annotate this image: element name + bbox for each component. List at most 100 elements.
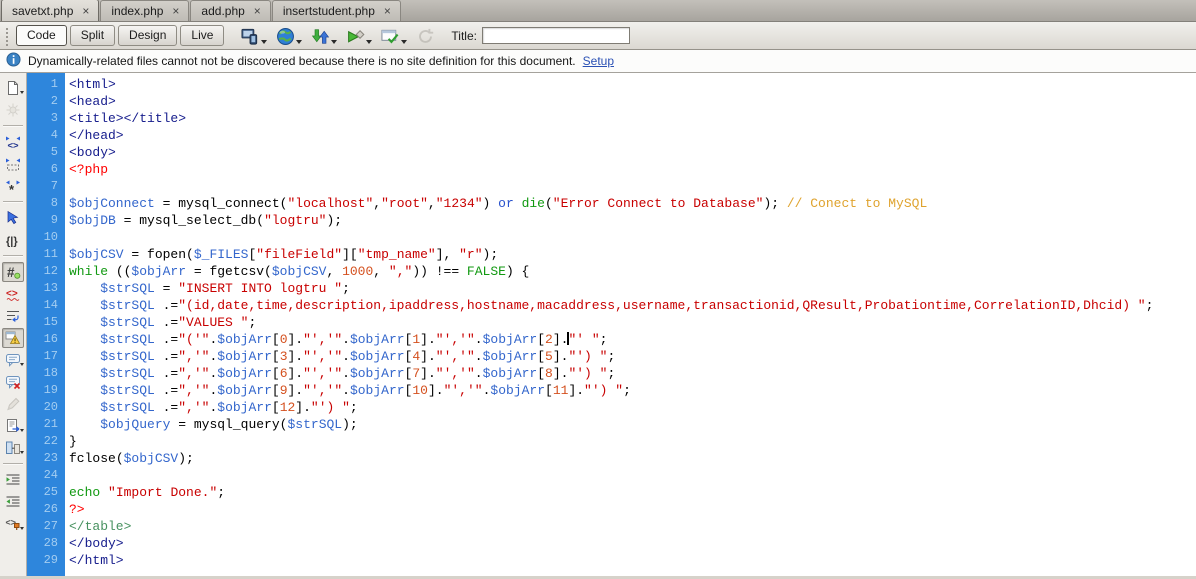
close-icon[interactable]: × — [80, 5, 91, 17]
open-documents-icon[interactable] — [2, 78, 24, 98]
line-number-gutter: 1 2 3 4 5 6 7 8 9 10 11 12 13 14 15 16 17 18 19 20 21 22 23 24 2… — [27, 73, 65, 576]
file-management-icon[interactable] — [311, 26, 338, 46]
multiscreen-preview-icon[interactable] — [241, 26, 268, 46]
code-line[interactable]: </html> — [69, 552, 1196, 569]
line-number: 14 — [43, 298, 58, 312]
line-number: 13 — [43, 281, 58, 295]
chevron-down-icon — [20, 363, 24, 366]
coding-toolbar: <> * {|} # <> <> — [0, 73, 27, 576]
live-view-options-icon[interactable] — [346, 26, 373, 46]
toolbar-grip[interactable] — [5, 25, 10, 46]
code-line[interactable]: fclose($objCSV); — [69, 450, 1196, 467]
separator — [3, 125, 23, 127]
line-number: 24 — [43, 468, 58, 482]
chevron-down-icon — [401, 39, 408, 44]
line-number: 28 — [43, 536, 58, 550]
svg-text:{|}: {|} — [6, 236, 18, 248]
highlight-invalid-code-icon[interactable]: <> — [2, 284, 24, 304]
code-view-button[interactable]: Code — [16, 25, 67, 46]
word-wrap-icon[interactable] — [2, 306, 24, 326]
line-numbers-icon[interactable]: # — [2, 262, 24, 282]
chevron-down-icon — [20, 451, 24, 454]
code-line[interactable]: $objConnect = mysql_connect("localhost",… — [69, 195, 1196, 212]
code-line[interactable]: $objQuery = mysql_query($strSQL); — [69, 416, 1196, 433]
design-view-button[interactable]: Design — [118, 25, 178, 46]
code-line[interactable]: $objCSV = fopen($_FILES["fileField"]["tm… — [69, 246, 1196, 263]
svg-text:*: * — [9, 182, 15, 194]
code-line[interactable]: $strSQL .=",'".$objArr[6]."','".$objArr[… — [69, 365, 1196, 382]
info-message: Dynamically-related files cannot not be … — [28, 54, 576, 68]
recent-snippets-icon[interactable] — [2, 416, 24, 436]
remove-comment-icon[interactable] — [2, 372, 24, 392]
code-line[interactable]: </head> — [69, 127, 1196, 144]
code-line[interactable] — [69, 467, 1196, 484]
title-group: Title: — [451, 27, 630, 44]
setup-link[interactable]: Setup — [583, 54, 614, 68]
syntax-error-alerts-icon[interactable] — [2, 328, 24, 348]
apply-comment-icon[interactable] — [2, 350, 24, 370]
preview-in-browser-icon[interactable] — [276, 26, 303, 46]
close-icon[interactable]: × — [382, 5, 393, 17]
line-number: 22 — [43, 434, 58, 448]
toolbar-icons — [241, 26, 435, 46]
collapse-full-tag-icon[interactable]: <> — [2, 132, 24, 152]
info-bar: Dynamically-related files cannot not be … — [0, 50, 1196, 73]
live-view-button[interactable]: Live — [180, 25, 225, 46]
collapse-selection-icon[interactable] — [2, 154, 24, 174]
move-convert-css-icon[interactable] — [2, 438, 24, 458]
close-icon[interactable]: × — [170, 5, 181, 17]
code-line[interactable]: <head> — [69, 93, 1196, 110]
code-line[interactable]: $strSQL .=",'".$objArr[3]."','".$objArr[… — [69, 348, 1196, 365]
check-browser-compatibility-icon[interactable] — [381, 26, 408, 46]
code-line[interactable]: ?> — [69, 501, 1196, 518]
line-number: 8 — [50, 196, 58, 210]
code-line[interactable]: </body> — [69, 535, 1196, 552]
code-line[interactable]: $strSQL .=",'".$objArr[9]."','".$objArr[… — [69, 382, 1196, 399]
code-line[interactable]: <?php — [69, 161, 1196, 178]
code-line[interactable] — [69, 229, 1196, 246]
balance-braces-icon[interactable]: {|} — [2, 230, 24, 250]
format-source-code-icon[interactable]: <> — [2, 514, 24, 534]
code-line[interactable]: <title></title> — [69, 110, 1196, 127]
title-input[interactable] — [481, 27, 630, 44]
indent-code-icon[interactable] — [2, 470, 24, 490]
line-number: 17 — [43, 349, 58, 363]
code-line[interactable] — [69, 178, 1196, 195]
chevron-down-icon — [366, 39, 373, 44]
split-view-button[interactable]: Split — [69, 25, 116, 46]
code-line[interactable]: echo "Import Done."; — [69, 484, 1196, 501]
code-line[interactable]: $strSQL .="VALUES "; — [69, 314, 1196, 331]
line-number: 11 — [43, 247, 58, 261]
code-view: <> * {|} # <> <> 1 2 3 4 5 6 7 8 9 10 11 12 13 14 15 16 17 18 1… — [0, 73, 1196, 576]
refresh-icon — [416, 26, 435, 46]
code-line[interactable]: $strSQL .=",'".$objArr[12]."') "; — [69, 399, 1196, 416]
select-parent-tag-icon[interactable] — [2, 208, 24, 228]
line-number: 25 — [43, 485, 58, 499]
code-line[interactable]: $objDB = mysql_select_db("logtru"); — [69, 212, 1196, 229]
tab-index.php[interactable]: index.php × — [100, 0, 190, 21]
code-editor[interactable]: <html> <head> <title></title> </head> <body>… — [65, 73, 1196, 576]
outdent-code-icon[interactable] — [2, 492, 24, 512]
tab-savetxt.php[interactable]: savetxt.php × — [1, 0, 100, 21]
close-icon[interactable]: × — [252, 5, 263, 17]
line-number: 26 — [43, 502, 58, 516]
line-number: 6 — [50, 162, 58, 176]
code-line[interactable]: $strSQL = "INSERT INTO logtru "; — [69, 280, 1196, 297]
svg-text:<>: <> — [8, 141, 20, 151]
code-line[interactable]: $strSQL .="(id,date,time,description,ipa… — [69, 297, 1196, 314]
code-line[interactable]: <html> — [69, 76, 1196, 93]
tab-insertstudent.php[interactable]: insertstudent.php × — [271, 0, 401, 21]
code-line[interactable]: } — [69, 433, 1196, 450]
line-number: 9 — [50, 213, 58, 227]
code-line[interactable]: $strSQL .="('".$objArr[0]."','".$objArr[… — [69, 331, 1196, 348]
expand-all-icon[interactable]: * — [2, 176, 24, 196]
code-line[interactable]: </table> — [69, 518, 1196, 535]
line-number: 4 — [50, 128, 58, 142]
chevron-down-icon — [20, 91, 24, 94]
line-number: 19 — [43, 383, 58, 397]
code-line[interactable]: while (($objArr = fgetcsv($objCSV, 1000,… — [69, 263, 1196, 280]
line-number: 2 — [50, 94, 58, 108]
code-line[interactable]: <body> — [69, 144, 1196, 161]
tab-label: add.php — [201, 4, 245, 18]
tab-add.php[interactable]: add.php × — [190, 0, 271, 21]
